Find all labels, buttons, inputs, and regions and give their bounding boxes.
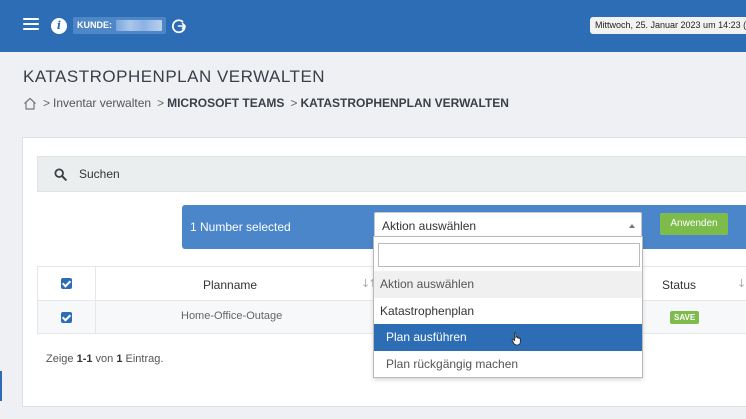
row-checkbox[interactable] — [61, 312, 72, 323]
dropdown-item-undo-plan[interactable]: Plan rückgängig machen — [374, 351, 642, 378]
select-all-checkbox[interactable] — [61, 278, 72, 289]
customer-badge: KUNDE: — [73, 17, 166, 34]
cell-planname: Home-Office-Outage — [181, 310, 283, 322]
home-icon[interactable] — [23, 97, 37, 110]
breadcrumb-separator: > — [157, 96, 165, 110]
dropdown-item-label: Plan ausführen — [386, 330, 467, 344]
customer-label: KUNDE: — [77, 20, 112, 30]
hand-cursor-icon — [511, 332, 521, 346]
dropdown-item-run-plan[interactable]: Plan ausführen — [374, 324, 642, 351]
breadcrumb: > Inventar verwalten > MICROSOFT TEAMS >… — [23, 96, 509, 110]
pagination-prefix: Zeige — [46, 353, 77, 365]
column-divider — [95, 267, 96, 300]
breadcrumb-separator: > — [290, 96, 298, 110]
logout-icon[interactable] — [171, 18, 187, 34]
breadcrumb-item-teams[interactable]: MICROSOFT TEAMS — [167, 96, 284, 110]
sidebar-edge — [0, 371, 2, 401]
breadcrumb-item-inventory[interactable]: Inventar verwalten — [53, 96, 151, 110]
breadcrumb-separator: > — [43, 96, 51, 110]
action-select-value: Aktion auswählen — [382, 219, 477, 233]
action-select[interactable]: Aktion auswählen — [374, 212, 642, 238]
dropdown-search-input[interactable] — [378, 243, 640, 267]
customer-name-redacted — [116, 20, 162, 31]
pagination-suffix: Eintrag. — [122, 353, 164, 365]
page-title: KATASTROPHENPLAN VERWALTEN — [23, 67, 326, 86]
top-bar: i KUNDE: Mittwoch, 25. Januar 2023 um 14… — [0, 0, 746, 52]
chevron-up-icon — [629, 224, 635, 228]
selected-count-label: 1 Number selected — [190, 220, 291, 234]
pagination-info: Zeige 1-1 von 1 Eintrag. — [46, 353, 163, 365]
datetime-display: Mittwoch, 25. Januar 2023 um 14:23 ( — [590, 17, 746, 34]
info-icon[interactable]: i — [51, 18, 67, 34]
apply-button[interactable]: Anwenden — [660, 213, 728, 235]
column-divider — [95, 301, 96, 333]
pagination-middle: von — [92, 353, 117, 365]
breadcrumb-item-current: KATASTROPHENPLAN VERWALTEN — [300, 96, 509, 110]
menu-icon[interactable] — [23, 18, 39, 32]
action-dropdown: Aktion auswählen Katastrophenplan Plan a… — [373, 236, 643, 378]
column-header-planname[interactable]: Planname — [203, 278, 257, 292]
dropdown-group-label: Katastrophenplan — [380, 304, 475, 318]
search-icon — [54, 168, 67, 181]
dropdown-item-placeholder[interactable]: Aktion auswählen — [374, 271, 642, 298]
sort-icon[interactable]: ↓↑ — [737, 277, 746, 290]
search-label: Suchen — [79, 167, 120, 181]
column-header-status[interactable]: Status — [662, 278, 696, 292]
status-badge: SAVE — [670, 311, 700, 324]
search-toggle[interactable]: Suchen — [37, 156, 746, 192]
pagination-range: 1-1 — [76, 353, 93, 365]
